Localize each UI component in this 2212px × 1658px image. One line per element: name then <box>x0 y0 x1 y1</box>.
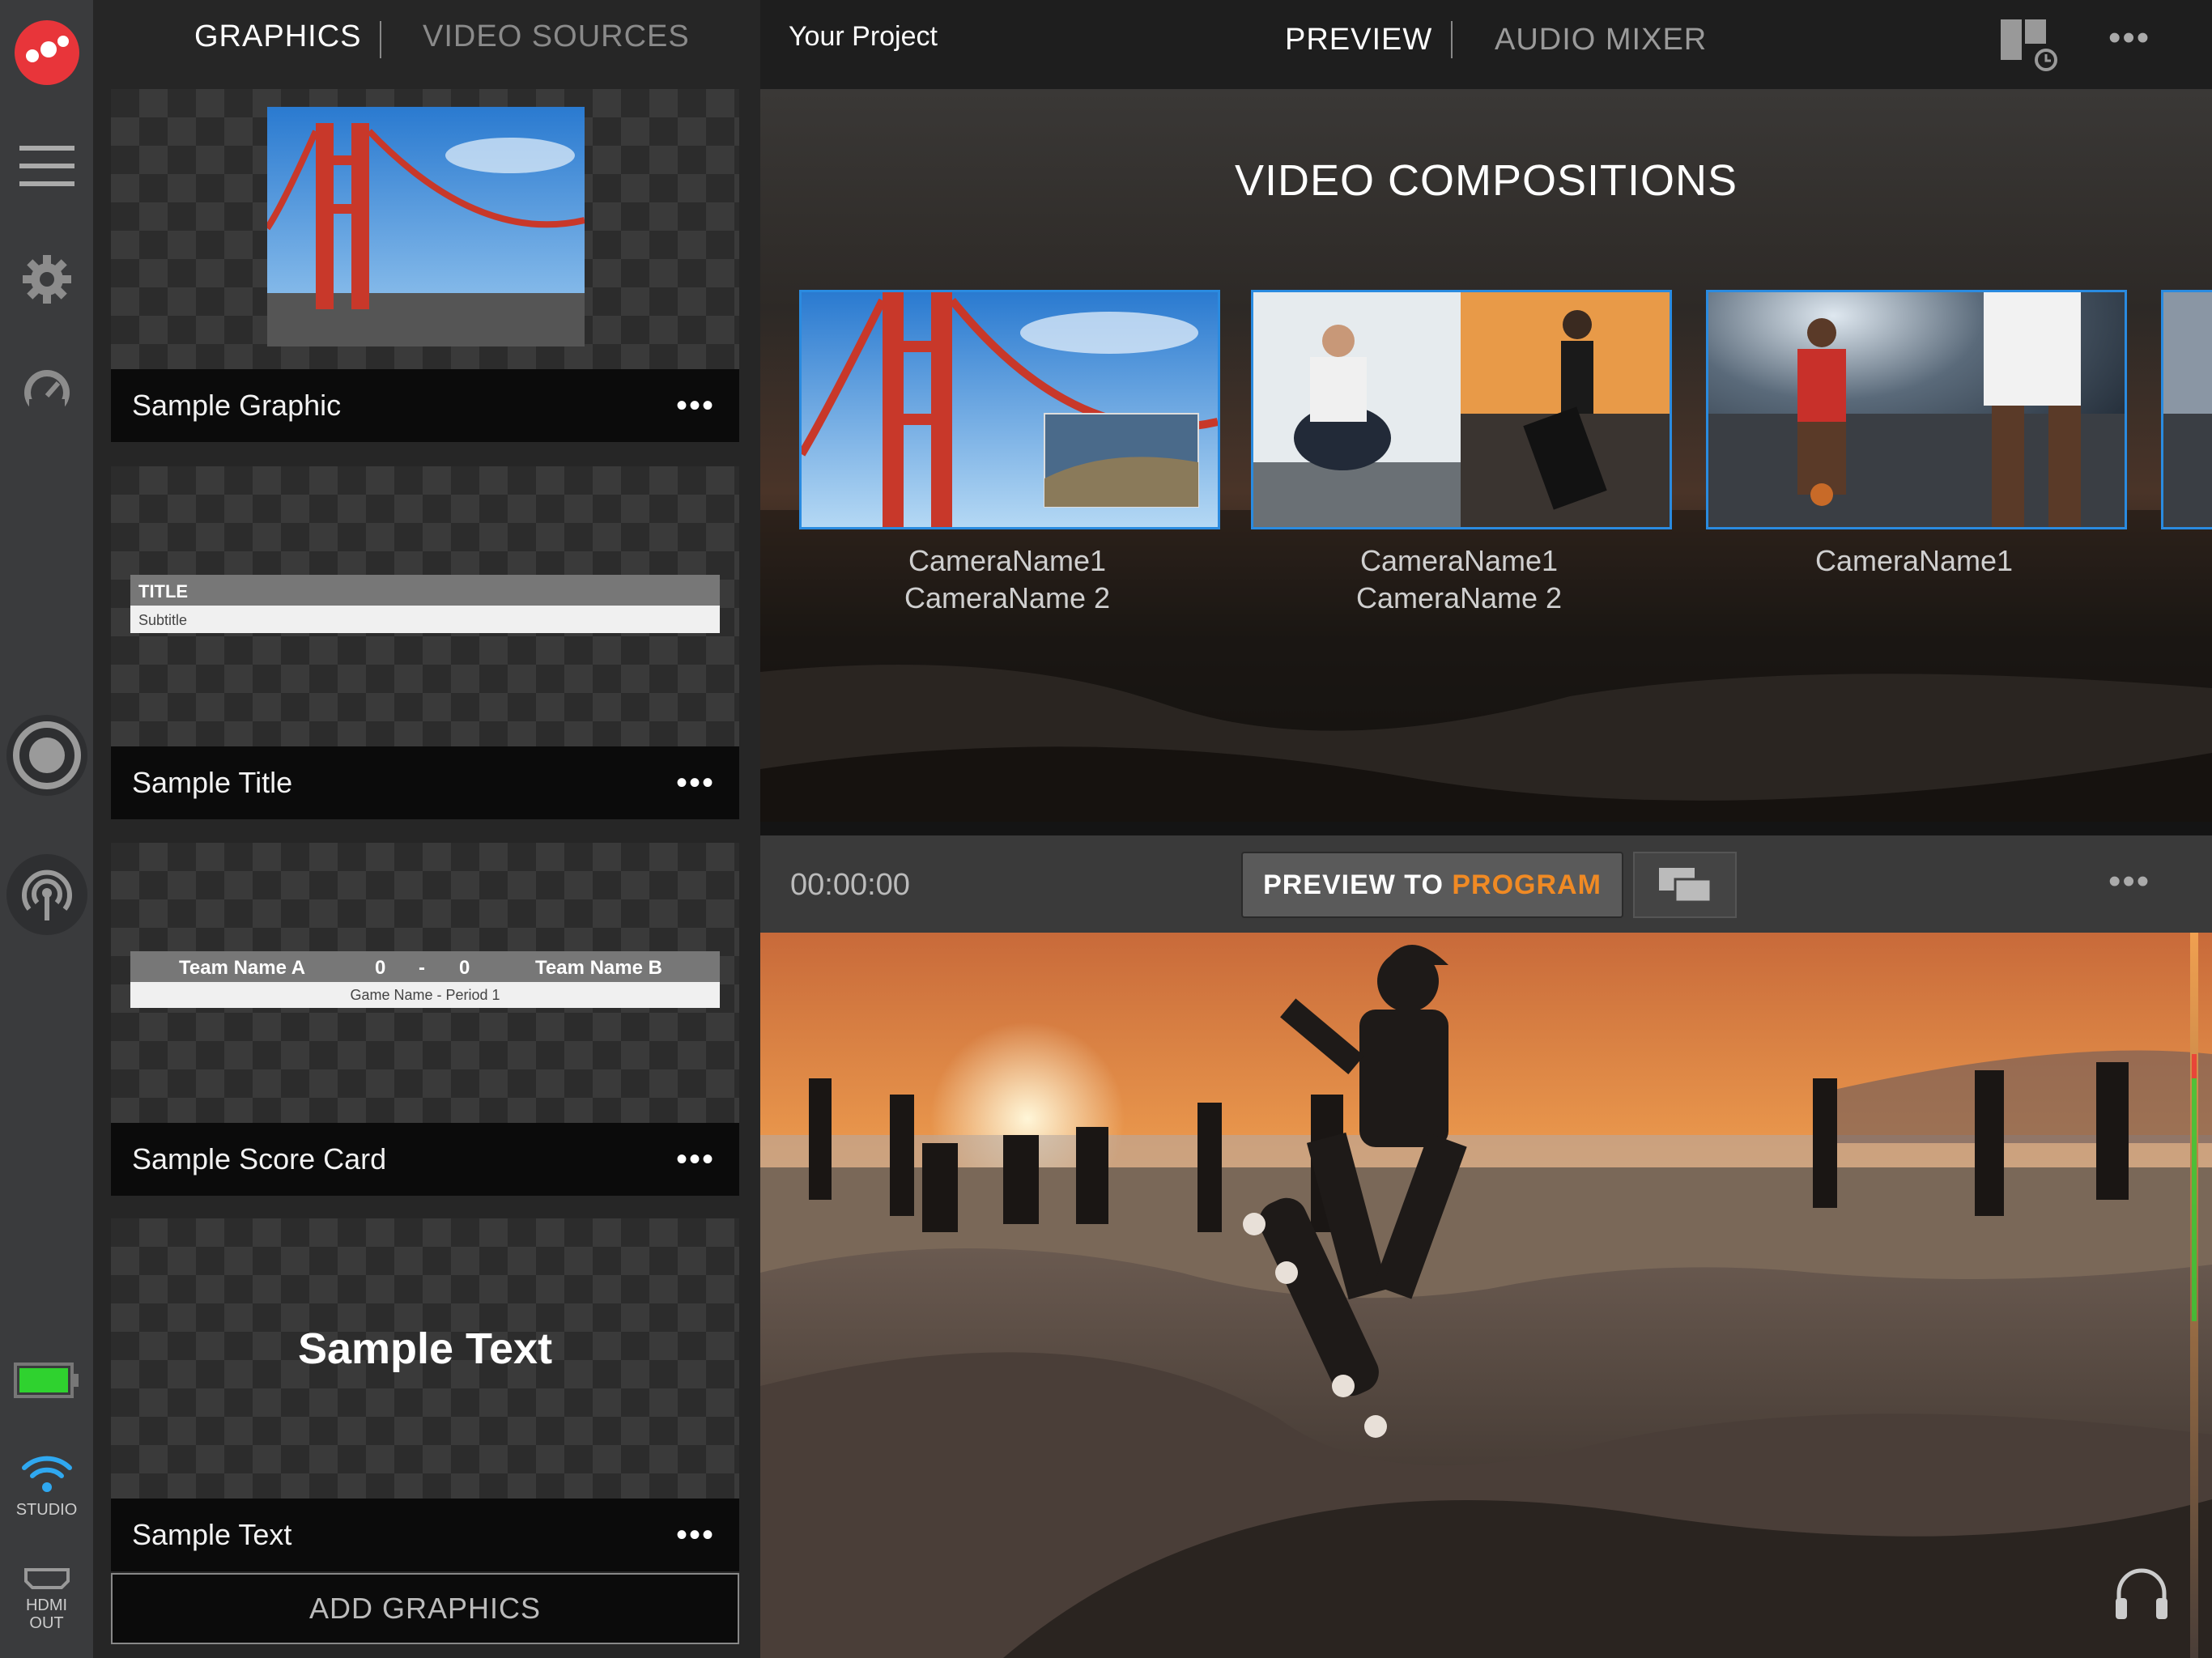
composition-caption: CameraName1 CameraName 2 <box>799 542 1215 617</box>
card-label-bar: Sample Title ••• <box>111 746 739 819</box>
layout-clock-icon[interactable] <box>1999 18 2064 79</box>
camera-name: CameraName1 <box>1814 544 2014 577</box>
more-options-icon[interactable]: ••• <box>676 1499 715 1571</box>
card-label-bar: Sample Graphic ••• <box>111 369 739 442</box>
left-rail: STUDIO HDMI OUT <box>0 0 93 1658</box>
preview-to-program-button[interactable]: PREVIEW TO PROGRAM <box>1241 852 1623 918</box>
timecode: 00:00:00 <box>790 868 910 902</box>
record-icon[interactable] <box>0 711 93 800</box>
game-name-bar: Game Name - Period 1 <box>130 982 720 1008</box>
add-graphics-button[interactable]: ADD GRAPHICS <box>111 1573 739 1644</box>
graphic-card-sample-title[interactable]: TITLE Subtitle Sample Title ••• <box>111 466 739 819</box>
graphic-card-sample-score-card[interactable]: Team Name A 0 - 0 Team Name B Game Name … <box>111 843 739 1196</box>
card-title: Sample Graphic <box>132 389 342 422</box>
camera-name: CameraName 2 <box>904 581 1111 614</box>
preview-toolbar: 00:00:00 PREVIEW TO PROGRAM ••• <box>760 835 2212 933</box>
composition-thumbnail-selected[interactable] <box>1251 290 1672 529</box>
card-label-bar: Sample Text ••• <box>111 1499 739 1571</box>
tab-audio-mixer[interactable]: AUDIO MIXER <box>1495 23 1707 57</box>
top-bar: Your Project PREVIEW AUDIO MIXER ••• <box>760 0 2212 89</box>
preview-video[interactable] <box>760 933 2212 1658</box>
skatepark-scene <box>760 933 2212 1658</box>
gear-icon[interactable] <box>0 247 93 312</box>
subtitle-overlay-text: Subtitle <box>138 612 188 628</box>
compositions-title: VIDEO COMPOSITIONS <box>1234 156 1738 205</box>
studio-label: STUDIO <box>15 1501 78 1519</box>
hdmi-icon[interactable] <box>0 1562 93 1595</box>
title-overlay-text: TITLE <box>138 581 189 602</box>
more-options-icon[interactable]: ••• <box>676 369 715 442</box>
composition-caption: CameraName1 CameraName 2 <box>1251 542 1667 617</box>
composition-thumbnail[interactable] <box>799 290 1220 529</box>
card-title: Sample Title <box>132 766 293 799</box>
battery-icon <box>0 1360 93 1401</box>
team-b-name: Team Name B <box>535 957 662 979</box>
screens-icon[interactable] <box>1633 852 1737 918</box>
subtitle-overlay-bar: Subtitle <box>130 606 720 633</box>
golden-gate-image <box>267 107 585 346</box>
more-options-icon[interactable]: ••• <box>676 1123 715 1196</box>
team-a-name: Team Name A <box>179 957 306 979</box>
gauge-icon[interactable] <box>0 360 93 425</box>
card-title: Sample Text <box>132 1518 292 1551</box>
project-title[interactable]: Your Project <box>789 21 938 53</box>
video-compositions-panel: VIDEO COMPOSITIONS CameraName1 CameraNam… <box>760 89 2212 822</box>
title-overlay-bar: TITLE <box>130 575 720 606</box>
tab-graphics[interactable]: GRAPHICS <box>194 19 361 54</box>
composition-caption: CameraName1 <box>1706 542 2122 580</box>
tab-divider <box>1451 21 1453 58</box>
broadcast-icon[interactable] <box>0 850 93 939</box>
camera-name: CameraName1 <box>1359 544 1559 577</box>
hdmi-out-label: HDMI OUT <box>25 1596 68 1632</box>
tab-video-sources[interactable]: VIDEO SOURCES <box>423 19 690 54</box>
sample-text-overlay: Sample Text <box>297 1324 553 1373</box>
score-overlay-bar: Team Name A 0 - 0 Team Name B <box>130 951 720 982</box>
graphic-card-sample-graphic[interactable]: Sample Graphic ••• <box>111 89 739 442</box>
graphic-card-sample-text[interactable]: Sample Text Sample Text ••• <box>111 1218 739 1571</box>
more-options-icon[interactable]: ••• <box>2108 18 2150 58</box>
tab-divider <box>380 21 381 58</box>
audio-level-meter <box>2190 933 2198 1658</box>
team-a-score: 0 <box>375 957 386 979</box>
score-dash: - <box>419 957 425 979</box>
app-logo-icon[interactable] <box>0 16 93 89</box>
hamburger-menu-icon[interactable] <box>0 138 93 194</box>
wifi-icon[interactable] <box>0 1449 93 1498</box>
camera-name: CameraName1 <box>908 544 1107 577</box>
card-label-bar: Sample Score Card ••• <box>111 1123 739 1196</box>
more-options-icon[interactable]: ••• <box>2108 861 2150 902</box>
team-b-score: 0 <box>459 957 470 979</box>
preview-to-label: PREVIEW TO <box>1263 869 1453 900</box>
tab-preview[interactable]: PREVIEW <box>1285 23 1432 57</box>
camera-name: CameraName 2 <box>1355 581 1563 614</box>
more-options-icon[interactable]: ••• <box>676 746 715 819</box>
composition-thumbnail[interactable] <box>1706 290 2127 529</box>
headphones-icon[interactable] <box>2112 1564 2171 1626</box>
program-label: PROGRAM <box>1452 869 1602 900</box>
composition-thumbnail-partial[interactable] <box>2161 290 2212 529</box>
card-title: Sample Score Card <box>132 1142 387 1175</box>
